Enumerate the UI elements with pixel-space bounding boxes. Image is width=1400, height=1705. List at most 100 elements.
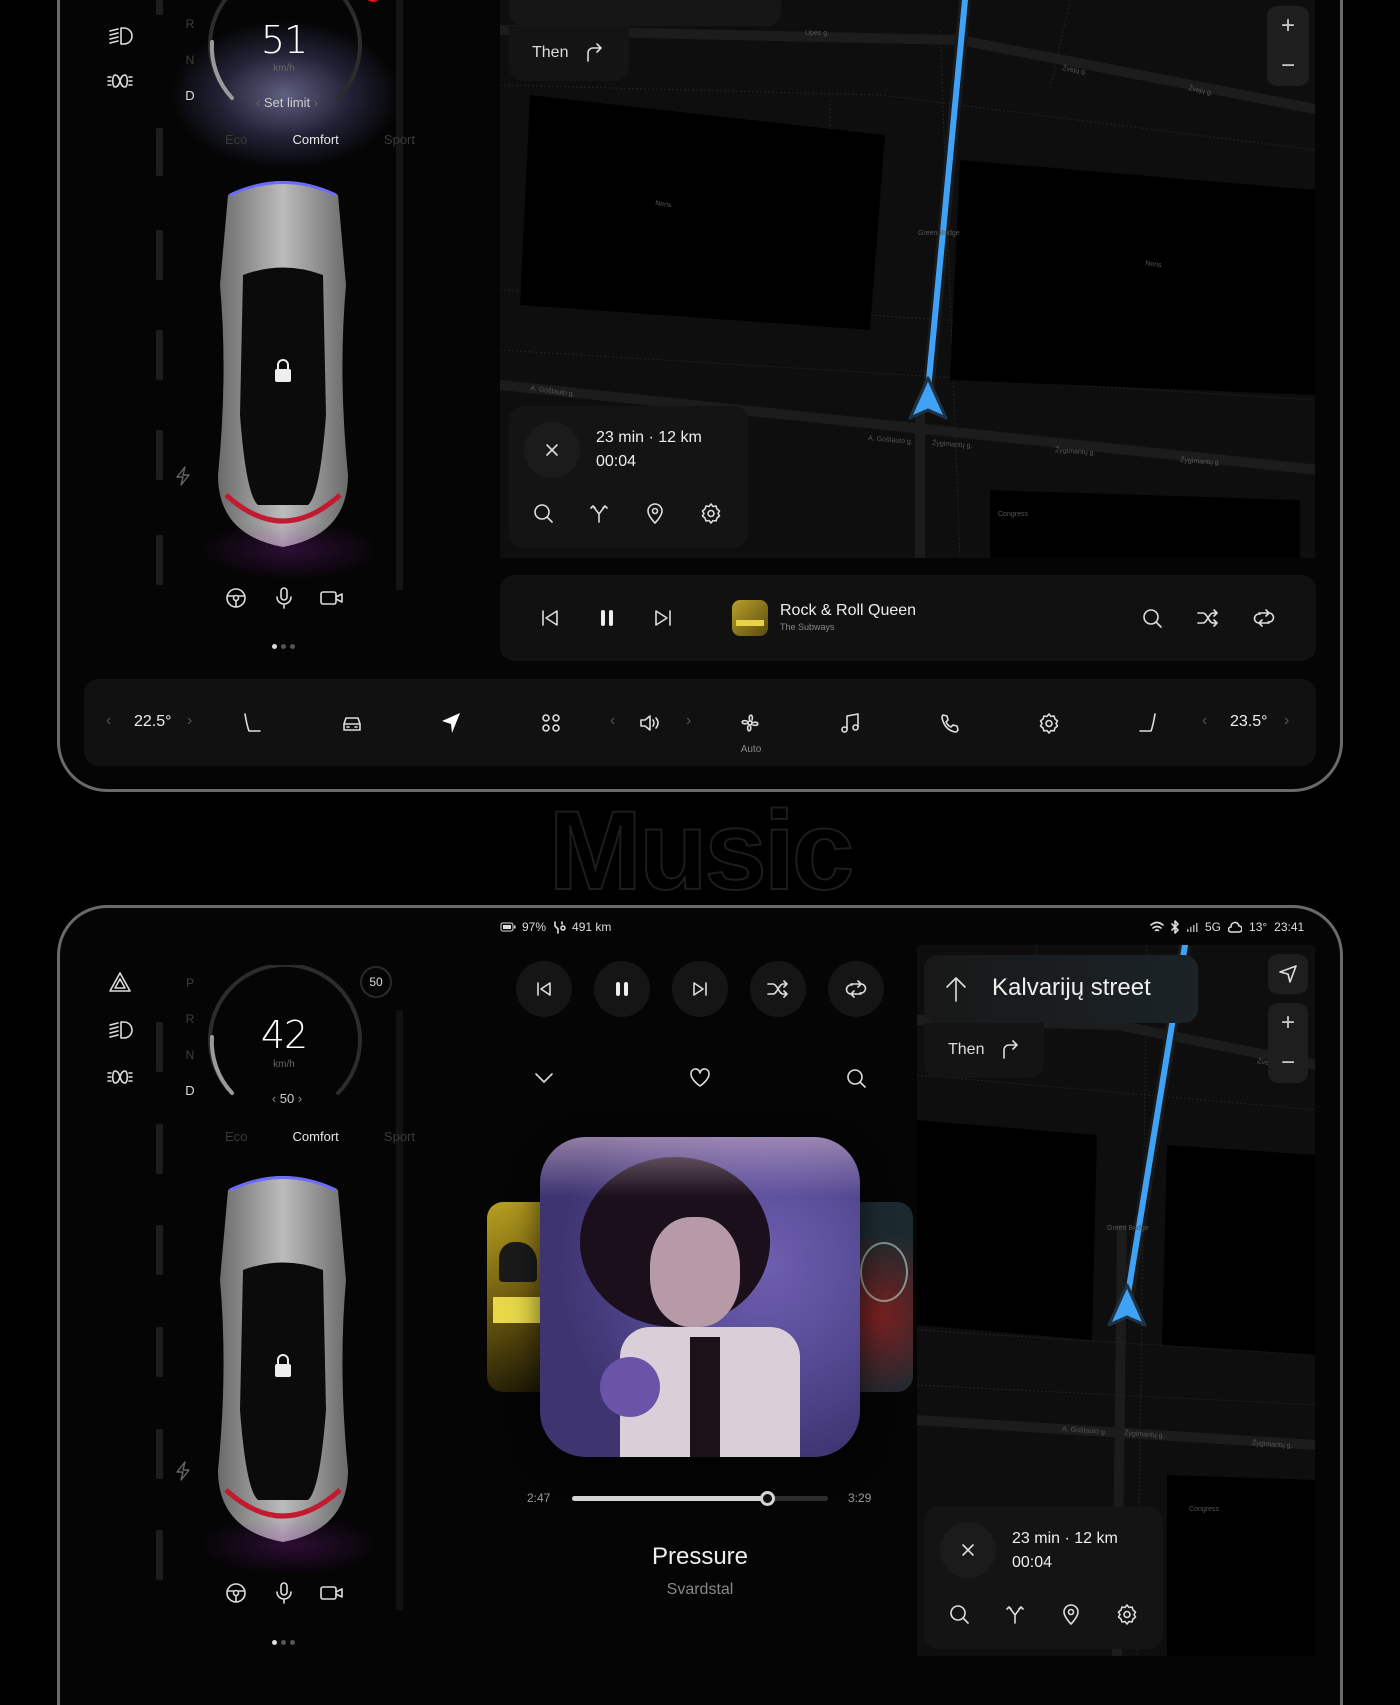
settings-icon[interactable] xyxy=(1037,711,1061,735)
chevron-right-icon[interactable]: › xyxy=(294,1091,302,1106)
steering-wheel-icon[interactable] xyxy=(224,1581,248,1605)
gear-D[interactable]: D xyxy=(180,1083,200,1098)
next-track-button[interactable] xyxy=(672,961,728,1017)
nav-then-card: Then xyxy=(509,26,629,81)
mode-eco[interactable]: Eco xyxy=(225,132,247,147)
recenter-button[interactable] xyxy=(1268,954,1308,994)
collapse-chevron-icon[interactable] xyxy=(532,1066,556,1090)
search-icon[interactable] xyxy=(948,1603,970,1625)
microphone-icon[interactable] xyxy=(272,1581,296,1605)
set-limit-control[interactable]: ‹ Set limit › xyxy=(242,95,332,110)
gear-D[interactable]: D xyxy=(180,88,200,103)
repeat-button[interactable] xyxy=(1252,606,1276,630)
left-temp-increase[interactable]: › xyxy=(187,712,192,730)
album-art-previous[interactable] xyxy=(487,1202,547,1392)
settings-gear-icon[interactable] xyxy=(1116,1603,1138,1625)
song-artist: Svardstal xyxy=(666,1581,734,1598)
settings-gear-icon[interactable] xyxy=(700,502,722,524)
apps-grid-icon[interactable] xyxy=(539,711,563,735)
parking-light-icon[interactable] xyxy=(106,70,134,92)
fan-icon[interactable] xyxy=(738,711,762,735)
progress-knob[interactable] xyxy=(759,1491,775,1506)
page-dot-3[interactable] xyxy=(290,1640,295,1645)
close-icon xyxy=(962,1544,974,1556)
parking-light-icon[interactable] xyxy=(106,1066,134,1088)
location-pin-icon[interactable] xyxy=(1060,1603,1082,1625)
mode-sport[interactable]: Sport xyxy=(384,132,415,147)
mode-eco[interactable]: Eco xyxy=(225,1129,247,1144)
gear-R[interactable]: R xyxy=(180,1012,200,1026)
progress-track[interactable] xyxy=(572,1491,828,1506)
previous-track-button[interactable] xyxy=(516,961,572,1017)
zoom-in-button[interactable]: + xyxy=(1267,6,1309,46)
page-dot-1[interactable] xyxy=(272,644,277,649)
mode-comfort[interactable]: Comfort xyxy=(293,132,339,147)
phone-icon[interactable] xyxy=(938,711,962,735)
gear-P[interactable]: P xyxy=(180,976,200,990)
hazard-icon[interactable] xyxy=(106,970,134,994)
svg-text:Green Bridge: Green Bridge xyxy=(1107,1225,1149,1232)
music-mini-player: Rock & Roll Queen The Subways xyxy=(500,575,1316,661)
steering-wheel-icon[interactable] xyxy=(224,586,248,610)
route-fork-icon[interactable] xyxy=(588,502,610,524)
then-label: Then xyxy=(948,1041,985,1058)
search-button[interactable] xyxy=(844,1066,868,1090)
right-temp-increase[interactable]: › xyxy=(1284,712,1289,730)
album-art-next[interactable] xyxy=(855,1202,913,1392)
gear-N[interactable]: N xyxy=(180,1048,200,1062)
page-dot-2[interactable] xyxy=(281,644,286,649)
navigation-icon[interactable] xyxy=(439,711,463,735)
car-icon[interactable] xyxy=(340,711,364,735)
camera-icon[interactable] xyxy=(320,586,344,610)
mode-sport[interactable]: Sport xyxy=(384,1129,415,1144)
right-temp-decrease[interactable]: ‹ xyxy=(1202,712,1207,730)
chevron-left-icon[interactable]: ‹ xyxy=(256,95,264,110)
left-temp-decrease[interactable]: ‹ xyxy=(106,712,111,730)
zoom-in-button[interactable]: + xyxy=(1268,1003,1308,1043)
shuffle-button[interactable] xyxy=(750,961,806,1017)
volume-icon[interactable] xyxy=(638,711,662,735)
cancel-route-button[interactable] xyxy=(524,422,580,478)
driver-seat-icon[interactable] xyxy=(240,711,264,735)
location-pin-icon[interactable] xyxy=(644,502,666,524)
passenger-seat-icon[interactable] xyxy=(1136,711,1160,735)
speed-limit-control[interactable]: ‹ 50 › xyxy=(242,1091,332,1106)
search-icon[interactable] xyxy=(532,502,554,524)
pause-button[interactable] xyxy=(594,961,650,1017)
page-dot-1[interactable] xyxy=(272,1640,277,1645)
svg-text:Green Bridge: Green Bridge xyxy=(918,230,960,237)
chevron-right-icon[interactable]: › xyxy=(310,95,318,110)
route-fork-icon[interactable] xyxy=(1004,1603,1026,1625)
page-dot-2[interactable] xyxy=(281,1640,286,1645)
volume-up[interactable]: › xyxy=(686,712,691,730)
drive-modes: Eco Comfort Sport xyxy=(225,132,415,147)
pause-button[interactable] xyxy=(595,607,619,629)
next-track-button[interactable] xyxy=(651,607,675,629)
album-art-current[interactable] xyxy=(540,1137,860,1457)
gear-R[interactable]: R xyxy=(180,17,200,31)
drive-modes: Eco Comfort Sport xyxy=(225,1129,415,1144)
gear-N[interactable]: N xyxy=(180,53,200,67)
zoom-out-button[interactable]: − xyxy=(1268,1043,1308,1083)
favorite-heart-icon[interactable] xyxy=(688,1066,712,1090)
repeat-button[interactable] xyxy=(828,961,884,1017)
page-dot-3[interactable] xyxy=(290,644,295,649)
status-bar-left: 97% 491 km xyxy=(500,920,611,934)
zoom-controls: + − xyxy=(1267,6,1309,86)
shuffle-button[interactable] xyxy=(1196,606,1220,630)
chevron-left-icon[interactable]: ‹ xyxy=(272,1091,280,1106)
svg-text:Congress: Congress xyxy=(998,511,1028,518)
camera-icon[interactable] xyxy=(320,1581,344,1605)
mode-comfort[interactable]: Comfort xyxy=(293,1129,339,1144)
fog-light-icon[interactable] xyxy=(106,1018,134,1042)
cancel-route-button[interactable] xyxy=(940,1522,996,1578)
volume-down[interactable]: ‹ xyxy=(610,712,615,730)
microphone-icon[interactable] xyxy=(272,586,296,610)
trip-info-card: 23 min · 12 km 00:04 xyxy=(509,406,748,548)
fog-light-icon[interactable] xyxy=(106,24,134,48)
clock: 23:41 xyxy=(1274,920,1305,934)
previous-track-button[interactable] xyxy=(538,607,562,629)
zoom-out-button[interactable]: − xyxy=(1267,46,1309,86)
music-note-icon[interactable] xyxy=(838,711,862,735)
search-button[interactable] xyxy=(1140,606,1164,630)
